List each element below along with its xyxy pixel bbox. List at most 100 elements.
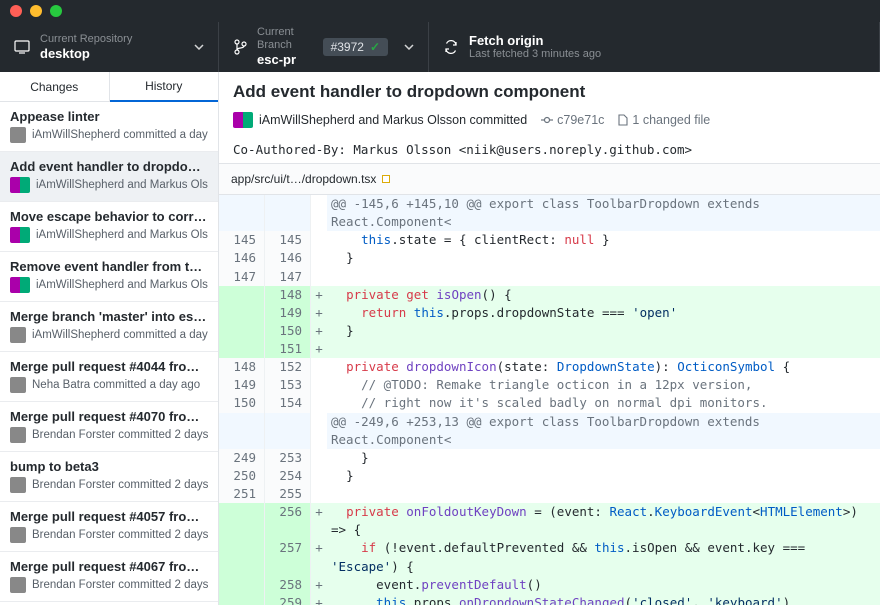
diff-line: 149153 // @TODO: Remake triangle octicon… <box>219 376 880 394</box>
commit-item-meta: Brendan Forster committed 2 days ago <box>10 577 208 593</box>
avatar <box>10 427 26 443</box>
chevron-down-icon <box>404 44 414 50</box>
avatar <box>10 177 30 193</box>
file-list: app/src/ui/t…/dropdown.tsx <box>219 163 880 195</box>
check-icon: ✓ <box>370 40 380 54</box>
avatar <box>10 127 26 143</box>
commit-title: Add event handler to dropdown component <box>233 82 866 102</box>
diff-line: @@ -145,6 +145,10 @@ export class Toolba… <box>219 195 880 231</box>
toolbar: Current Repository desktop Current Branc… <box>0 22 880 72</box>
diff-line: 151+ <box>219 340 880 358</box>
avatar <box>10 477 26 493</box>
diff-line: 148152 private dropdownIcon(state: Dropd… <box>219 358 880 376</box>
commit-item-title: Move escape behavior to correct co… <box>10 209 208 224</box>
commit-icon <box>541 114 553 126</box>
diff-line: 147147 <box>219 268 880 286</box>
window-titlebar <box>0 0 880 22</box>
commit-item[interactable]: Merge branch 'master' into esc-pr iAmWill… <box>0 302 218 352</box>
commit-item-title: bump to beta3 <box>10 459 208 474</box>
commit-header: Add event handler to dropdown component … <box>219 72 880 136</box>
commit-item-title: Appease linter <box>10 109 208 124</box>
commit-item-title: Merge pull request #4044 from des… <box>10 359 208 374</box>
commit-item-meta: Brendan Forster committed 2 days ago <box>10 427 208 443</box>
commit-item-title: Merge pull request #4067 from des… <box>10 559 208 574</box>
fetch-main-label: Fetch origin <box>469 33 601 49</box>
commit-authors: iAmWillShepherd and Markus Olsson commit… <box>259 113 527 127</box>
file-item[interactable]: app/src/ui/t…/dropdown.tsx <box>225 168 874 190</box>
branch-selector[interactable]: Current Branch esc-pr #3972 ✓ <box>219 22 429 72</box>
avatar <box>10 327 26 343</box>
diff-line: 250254 } <box>219 467 880 485</box>
file-icon <box>618 114 628 126</box>
sync-icon <box>443 39 459 55</box>
avatar <box>10 377 26 393</box>
diff-line: 150154 // right now it's scaled badly on… <box>219 394 880 412</box>
fetch-sub-label: Last fetched 3 minutes ago <box>469 48 601 61</box>
commit-item-meta: iAmWillShepherd and Markus Olsson… <box>10 227 208 243</box>
diff-line: 148+ private get isOpen() { <box>219 286 880 304</box>
diff-line: 257+ if (!event.defaultPrevented && this… <box>219 539 880 575</box>
chevron-down-icon <box>194 44 204 50</box>
commit-detail: Add event handler to dropdown component … <box>219 72 880 605</box>
sidebar-tabs: Changes History <box>0 72 218 102</box>
commit-item-title: Merge pull request #4057 from desk… <box>10 509 208 524</box>
sidebar: Changes History Appease linter iAmWillShe… <box>0 72 219 605</box>
commit-list[interactable]: Appease linter iAmWillShepherd committed … <box>0 102 218 605</box>
branch-main-label: esc-pr <box>257 52 313 68</box>
diff-line: 150+ } <box>219 322 880 340</box>
commit-item-meta: Neha Batra committed a day ago <box>10 377 208 393</box>
commit-sha: c79e71c <box>541 113 604 127</box>
pr-badge: #3972 ✓ <box>323 38 388 56</box>
commit-item[interactable]: Merge pull request #4067 from des… Brenda… <box>0 552 218 602</box>
commit-item-meta: iAmWillShepherd and Markus Olsson… <box>10 277 208 293</box>
diff-line: 256+ private onFoldoutKeyDown = (event: … <box>219 503 880 539</box>
diff-view[interactable]: @@ -145,6 +145,10 @@ export class Toolba… <box>219 195 880 605</box>
avatar <box>10 577 26 593</box>
maximize-icon[interactable] <box>50 5 62 17</box>
files-changed: 1 changed file <box>618 113 710 127</box>
tab-changes[interactable]: Changes <box>0 72 110 101</box>
commit-item-title: Remove event handler from the bran… <box>10 259 208 274</box>
branch-icon <box>233 39 247 55</box>
desktop-icon <box>14 40 30 54</box>
avatar <box>10 227 30 243</box>
pr-number: #3972 <box>331 40 364 54</box>
commit-item[interactable]: Add event handler to dropdown com… iAmWil… <box>0 152 218 202</box>
commit-item-title: Merge pull request #4070 from desk… <box>10 409 208 424</box>
branch-sub-label: Current Branch <box>257 26 313 52</box>
diff-line: @@ -249,6 +253,13 @@ export class Toolba… <box>219 413 880 449</box>
repo-main-label: desktop <box>40 46 132 62</box>
commit-item[interactable]: bump to beta3 Brendan Forster committed 2… <box>0 452 218 502</box>
diff-line: 149+ return this.props.dropdownState ===… <box>219 304 880 322</box>
commit-item-title: Merge branch 'master' into esc-pr <box>10 309 208 324</box>
modified-icon <box>382 175 390 183</box>
diff-line: 251255 <box>219 485 880 503</box>
diff-line: 145145 this.state = { clientRect: null } <box>219 231 880 249</box>
avatar <box>10 527 26 543</box>
commit-item-title: Add event handler to dropdown com… <box>10 159 208 174</box>
commit-item[interactable]: Merge pull request #4044 from des… Neha B… <box>0 352 218 402</box>
commit-item[interactable]: Merge pull request #4057 from desk… Brend… <box>0 502 218 552</box>
diff-line: 259+ this.props.onDropdownStateChanged('… <box>219 594 880 605</box>
repo-selector[interactable]: Current Repository desktop <box>0 22 219 72</box>
tab-history[interactable]: History <box>110 72 219 102</box>
commit-item[interactable]: Remove event handler from the bran… iAmWi… <box>0 252 218 302</box>
commit-item-meta: iAmWillShepherd and Markus Olsson… <box>10 177 208 193</box>
diff-line: 146146 } <box>219 249 880 267</box>
commit-item-meta: Brendan Forster committed 2 days ago <box>10 527 208 543</box>
diff-line: 258+ event.preventDefault() <box>219 576 880 594</box>
minimize-icon[interactable] <box>30 5 42 17</box>
commit-item[interactable]: Merge pull request #4070 from desk… Brend… <box>0 402 218 452</box>
repo-sub-label: Current Repository <box>40 33 132 46</box>
avatar <box>233 112 253 128</box>
avatar <box>10 277 30 293</box>
close-icon[interactable] <box>10 5 22 17</box>
commit-item[interactable]: Appease linteriAmWillShepherd committed … <box>0 102 218 152</box>
commit-item[interactable]: Move escape behavior to correct co… iAmWi… <box>0 202 218 252</box>
fetch-button[interactable]: Fetch origin Last fetched 3 minutes ago <box>429 22 880 72</box>
commit-item-meta: iAmWillShepherd committed a day ago <box>10 327 208 343</box>
coauthor-line: Co-Authored-By: Markus Olsson <niik@user… <box>219 136 880 163</box>
diff-line: 249253 } <box>219 449 880 467</box>
commit-item-meta: Brendan Forster committed 2 days ago <box>10 477 208 493</box>
file-path: app/src/ui/t…/dropdown.tsx <box>231 172 376 186</box>
